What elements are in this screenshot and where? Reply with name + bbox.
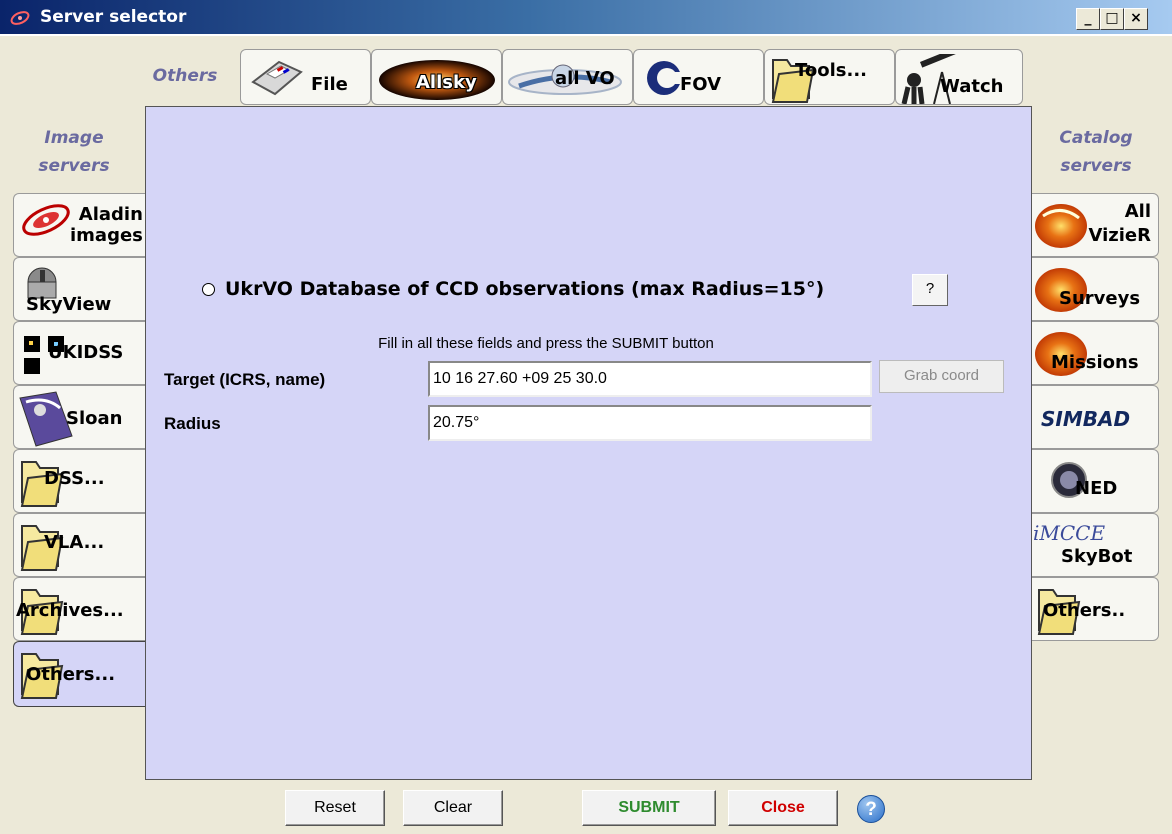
tab-skyview-label: SkyView xyxy=(26,294,112,315)
tab-tools-label: Tools... xyxy=(795,60,868,81)
aladin-icon xyxy=(22,204,70,236)
tab-surveys-label: Surveys xyxy=(1059,288,1141,309)
target-label: Target (ICRS, name) xyxy=(164,370,326,389)
tab-tools[interactable]: Tools... xyxy=(764,49,895,105)
tab-others-right[interactable]: Others.. xyxy=(1031,577,1159,641)
radius-label: Radius xyxy=(164,414,221,433)
tab-sloan-label: Sloan xyxy=(66,408,123,429)
reset-button[interactable]: Reset xyxy=(285,790,385,826)
tab-archives-label: Archives... xyxy=(16,600,124,621)
tab-ukidss-label: UKIDSS xyxy=(48,342,124,363)
svg-text:SIMBAD: SIMBAD xyxy=(1041,407,1130,431)
tab-allsky[interactable]: Allsky xyxy=(371,49,502,105)
fov-icon xyxy=(647,61,684,95)
tab-simbad[interactable]: SIMBAD xyxy=(1031,385,1159,449)
tab-dss[interactable]: DSS... xyxy=(13,449,145,513)
help-icon[interactable]: ? xyxy=(857,795,885,823)
grab-coord-button[interactable]: Grab coord xyxy=(879,360,1004,393)
svg-text:iMCCE: iMCCE xyxy=(1033,521,1105,545)
close-window-button[interactable]: × xyxy=(1124,8,1148,30)
submit-button[interactable]: SUBMIT xyxy=(582,790,716,826)
tab-vla[interactable]: VLA... xyxy=(13,513,145,577)
tab-all-vo-label: all VO xyxy=(555,68,615,89)
tab-all-vizier-label: All VizieR xyxy=(1088,201,1152,246)
simbad-logo-icon: SIMBAD xyxy=(1041,407,1130,431)
tab-all-vizier[interactable]: All VizieR xyxy=(1031,193,1159,257)
tab-all-vo[interactable]: all VO xyxy=(502,49,633,105)
floppy-disk-icon xyxy=(251,60,303,96)
tab-watch[interactable]: Watch xyxy=(895,49,1023,105)
tab-missions-label: Missions xyxy=(1051,352,1139,373)
catalog-servers-label: Catalog servers xyxy=(1059,128,1133,176)
server-title: UkrVO Database of CCD observations (max … xyxy=(225,278,825,300)
tab-ned-label: NED xyxy=(1075,478,1118,499)
target-input[interactable] xyxy=(428,361,872,397)
tab-aladin-images[interactable]: Aladin images xyxy=(13,193,145,257)
server-help-button[interactable]: ? xyxy=(912,274,948,306)
tab-fov[interactable]: FOV xyxy=(633,49,764,105)
minimize-button[interactable]: _ xyxy=(1076,8,1100,30)
tab-archives[interactable]: Archives... xyxy=(13,577,145,641)
title-bar[interactable]: Server selector _ □ × xyxy=(0,0,1172,36)
clear-button[interactable]: Clear xyxy=(403,790,503,826)
tab-ned[interactable]: NED xyxy=(1031,449,1159,513)
tab-others-left-label: Others... xyxy=(26,664,116,685)
form-instructions: Fill in all these fields and press the S… xyxy=(378,335,714,352)
server-radio-button[interactable] xyxy=(202,282,215,296)
aladin-app-icon xyxy=(10,11,30,25)
tab-surveys[interactable]: Surveys xyxy=(1031,257,1159,321)
tab-sloan[interactable]: Sloan xyxy=(13,385,145,449)
tab-missions[interactable]: Missions xyxy=(1031,321,1159,385)
image-servers-label: Image servers xyxy=(38,128,110,176)
tab-dss-label: DSS... xyxy=(44,468,105,489)
tab-skybot-label: SkyBot xyxy=(1061,546,1133,567)
tab-vla-label: VLA... xyxy=(44,532,105,553)
tab-skyview[interactable]: SkyView xyxy=(13,257,145,321)
tab-watch-label: Watch xyxy=(940,76,1004,97)
server-form-panel: UkrVO Database of CCD observations (max … xyxy=(145,106,1032,780)
tab-file[interactable]: File xyxy=(240,49,371,105)
tab-file-label: File xyxy=(311,74,348,95)
tab-others-left[interactable]: Others... xyxy=(13,641,145,707)
window-title: Server selector xyxy=(40,7,187,27)
tab-aladin-images-label: Aladin images xyxy=(70,204,143,246)
tab-allsky-label: Allsky xyxy=(416,72,477,93)
tab-fov-label: FOV xyxy=(680,74,722,95)
close-button[interactable]: Close xyxy=(728,790,838,826)
tab-others-right-label: Others.. xyxy=(1043,600,1126,621)
tab-skybot[interactable]: iMCCE SkyBot xyxy=(1031,513,1159,577)
maximize-button[interactable]: □ xyxy=(1100,8,1124,30)
radius-input[interactable] xyxy=(428,405,872,441)
server-radio-row[interactable]: UkrVO Database of CCD observations (max … xyxy=(202,278,824,300)
window-body: Others Image servers Catalog servers Fil… xyxy=(0,36,1172,834)
others-group-label: Others xyxy=(152,66,218,86)
tab-ukidss[interactable]: UKIDSS xyxy=(13,321,145,385)
